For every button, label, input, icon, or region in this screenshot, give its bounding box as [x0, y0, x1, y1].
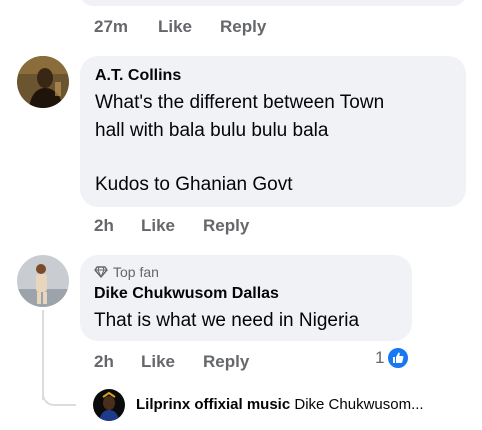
comments-screen: { "top_comment": { "time": "27m", "like_…: [0, 0, 482, 430]
comment-bubble: A.T. Collins What's the different betwee…: [80, 56, 466, 207]
like-button[interactable]: Like: [141, 352, 175, 372]
previous-comment-reply-button[interactable]: Reply: [220, 17, 266, 37]
top-fan-label: Top fan: [113, 264, 159, 280]
avatar[interactable]: [17, 56, 69, 108]
top-fan-badge: Top fan: [94, 264, 159, 280]
reply-button[interactable]: Reply: [203, 216, 249, 236]
comment-text-line-4: Kudos to Ghanian Govt: [95, 174, 293, 195]
diamond-icon: [94, 266, 108, 278]
comment-time: 2h: [94, 352, 114, 371]
comment-text-line-2: hall with bala bulu bulu bala: [95, 120, 329, 141]
user-photo-icon: [93, 389, 125, 421]
avatar[interactable]: [17, 255, 69, 307]
comment-time: 2h: [94, 216, 114, 235]
previous-comment-bubble: [80, 0, 466, 6]
reaction-summary[interactable]: 1: [375, 347, 410, 369]
previous-comment-time: 27m: [94, 17, 129, 36]
reply-button[interactable]: Reply: [203, 352, 249, 372]
comment-text-line-1: That is what we need in Nigeria: [94, 310, 360, 331]
reply-snippet: Dike Chukwusom...: [294, 396, 424, 413]
user-photo-icon: [17, 255, 69, 307]
comment-author[interactable]: Dike Chukwusom Dallas: [94, 285, 279, 303]
comment-author[interactable]: A.T. Collins: [95, 67, 181, 85]
previous-comment-like-button[interactable]: Like: [158, 17, 192, 37]
thread-connector: [42, 380, 76, 406]
comment-text-line-1: What's the different between Town: [95, 92, 385, 113]
avatar[interactable]: [93, 389, 125, 421]
like-button[interactable]: Like: [141, 216, 175, 236]
reply-preview[interactable]: Lilprinx offixial music Dike Chukwusom..…: [136, 396, 424, 413]
comment-bubble: Top fan Dike Chukwusom Dallas That is wh…: [80, 255, 412, 341]
reply-author[interactable]: Lilprinx offixial music: [136, 396, 290, 413]
like-reaction-icon: [387, 347, 410, 369]
reaction-count: 1: [375, 348, 385, 367]
user-photo-icon: [17, 56, 69, 108]
